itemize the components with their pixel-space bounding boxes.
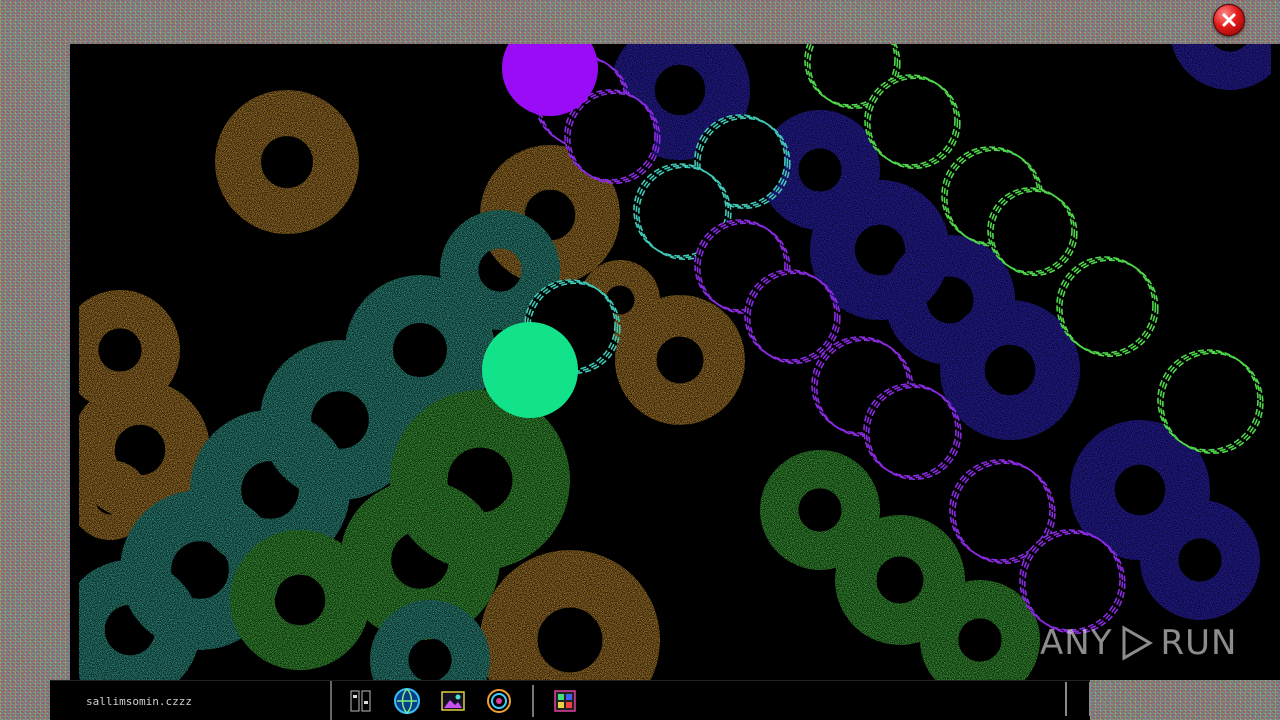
- ring-bubble: [920, 580, 1040, 680]
- close-button[interactable]: [1213, 4, 1245, 36]
- tray-divider: [532, 685, 534, 717]
- taskbar-task-label[interactable]: sallimsomin.czzz: [50, 681, 332, 720]
- media-icon[interactable]: [550, 686, 580, 716]
- play-icon: [1122, 625, 1154, 661]
- globe-icon[interactable]: [392, 686, 422, 716]
- taskbar-tray: [332, 685, 580, 717]
- solid-bubble[interactable]: [482, 322, 578, 418]
- ring-bubble: [340, 480, 501, 641]
- outline-ring: [1056, 256, 1154, 354]
- desktop-screen: ANY RUN sallimsomin.czzz: [0, 0, 1280, 720]
- photo-icon[interactable]: [438, 686, 468, 716]
- ring-bubble: [614, 294, 745, 425]
- game-canvas[interactable]: [70, 44, 1280, 680]
- watermark-logo: ANY RUN: [1040, 618, 1240, 668]
- swirl-icon[interactable]: [484, 686, 514, 716]
- ring-bubble: [760, 450, 881, 571]
- ring-bubble: [70, 560, 200, 680]
- watermark-text-run: RUN: [1160, 623, 1238, 663]
- taskbar: sallimsomin.czzz: [50, 680, 1090, 720]
- ring-bubble: [940, 299, 1081, 440]
- bubble-scene: [70, 44, 1280, 680]
- watermark-text-any: ANY: [1040, 623, 1113, 663]
- ring-bubble: [215, 90, 360, 234]
- ring-bubble: [1139, 500, 1260, 621]
- close-icon: [1222, 13, 1236, 27]
- ring-bubble: [229, 530, 370, 671]
- ring-bubble: [370, 600, 490, 680]
- ring-bubble: [70, 290, 180, 410]
- ring-bubble: [440, 209, 561, 330]
- app-icon[interactable]: [346, 686, 376, 716]
- taskbar-clock-area[interactable]: [1065, 682, 1091, 716]
- ring-bubble: [1171, 44, 1280, 90]
- ring-bubble: [480, 550, 660, 680]
